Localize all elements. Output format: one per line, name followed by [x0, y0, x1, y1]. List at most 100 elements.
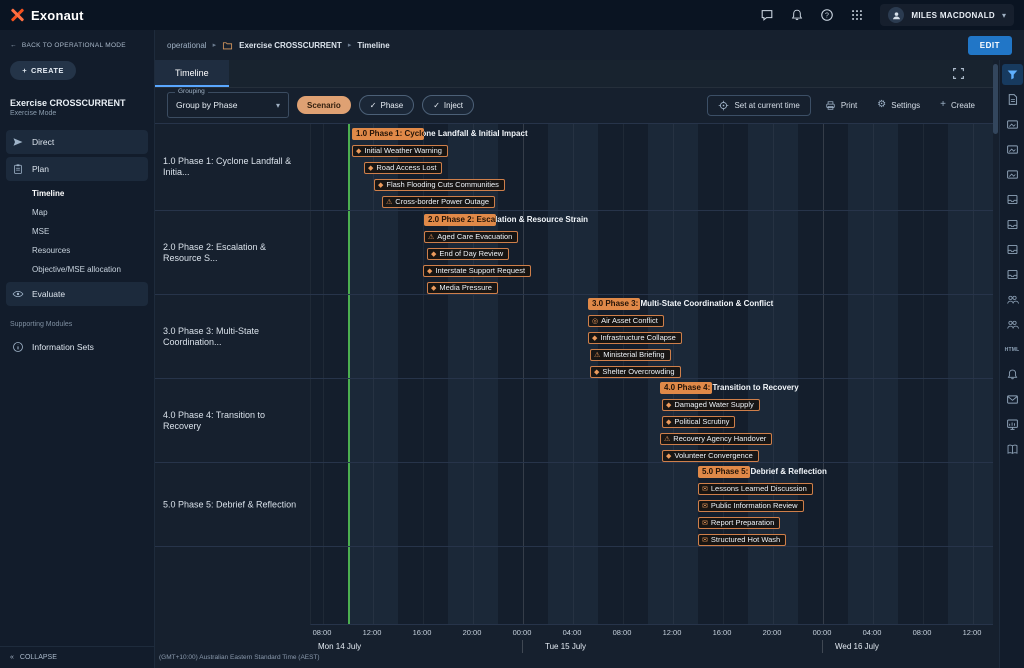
timezone-label: (GMT+10:00) Australian Eastern Standard …: [159, 654, 320, 661]
avatar: [888, 7, 904, 23]
tab-timeline[interactable]: Timeline: [155, 60, 229, 87]
grouping-select[interactable]: Grouping Group by Phase ▾: [167, 92, 289, 118]
scrollbar-thumb[interactable]: [993, 64, 998, 134]
media-card-icon[interactable]: [1002, 114, 1023, 135]
time-tick: 08:00: [310, 628, 337, 637]
inject-bar[interactable]: ⚠ Ministerial Briefing: [590, 349, 671, 361]
diamond-icon: ◆: [427, 268, 432, 275]
tray-icon-1[interactable]: [1002, 189, 1023, 210]
inject-bar[interactable]: ◆ Flash Flooding Cuts Communities: [374, 179, 505, 191]
group-icon-1[interactable]: [1002, 289, 1023, 310]
inject-bar[interactable]: ◆ Initial Weather Warning: [352, 145, 448, 157]
check-icon: ✓: [433, 101, 440, 110]
inject-bar[interactable]: ◆ Shelter Overcrowding: [590, 366, 681, 378]
print-button[interactable]: Print: [819, 96, 863, 115]
inject-bar[interactable]: ◆ Road Access Lost: [364, 162, 442, 174]
chip-scenario[interactable]: Scenario: [297, 96, 351, 114]
sidebar-item-evaluate[interactable]: Evaluate: [6, 282, 148, 306]
diamond-icon: ◆: [594, 369, 599, 376]
breadcrumb-exercise[interactable]: Exercise CROSSCURRENT: [239, 41, 342, 50]
time-tick: 12:00: [357, 628, 387, 637]
inject-bar[interactable]: ⚠ Cross-border Power Outage: [382, 196, 495, 208]
sidebar-item-plan[interactable]: Plan: [6, 157, 148, 181]
inject-bar[interactable]: ✉ Public Information Review: [698, 500, 804, 512]
sidebar-item-mse[interactable]: MSE: [0, 222, 154, 241]
breadcrumb-root[interactable]: operational: [167, 41, 207, 50]
inject-bar[interactable]: ◆ Political Scrutiny: [662, 416, 735, 428]
help-icon[interactable]: [820, 8, 834, 22]
filter-icon[interactable]: [1002, 64, 1023, 85]
sidebar-item-timeline[interactable]: Timeline: [0, 184, 154, 203]
html-icon[interactable]: HTML: [1002, 339, 1023, 360]
user-menu[interactable]: MILES MACDONALD ▾: [880, 4, 1014, 26]
group-icon-2[interactable]: [1002, 314, 1023, 335]
sidebar-item-map[interactable]: Map: [0, 203, 154, 222]
inject-bar[interactable]: ⚠ Aged Care Evacuation: [424, 231, 518, 243]
bell-icon[interactable]: [790, 8, 804, 22]
back-to-operational-link[interactable]: ← BACK TO OPERATIONAL MODE: [0, 30, 154, 55]
settings-button[interactable]: ⚙ Settings: [871, 96, 926, 114]
inject-bar[interactable]: ◆ Infrastructure Collapse: [588, 332, 682, 344]
inject-bar[interactable]: ✉ Lessons Learned Discussion: [698, 483, 813, 495]
time-tick: 04:00: [557, 628, 587, 637]
group-row-label[interactable]: 5.0 Phase 5: Debrief & Reflection: [163, 499, 305, 510]
tray-icon-4[interactable]: [1002, 264, 1023, 285]
inject-bar[interactable]: ✉ Structured Hot Wash: [698, 534, 786, 546]
collapse-button[interactable]: « COLLAPSE: [0, 646, 154, 668]
inject-bar[interactable]: ◆ Volunteer Convergence: [662, 450, 759, 462]
sidebar-item-information-sets[interactable]: Information Sets: [6, 335, 148, 359]
inject-bar[interactable]: ◆ End of Day Review: [427, 248, 509, 260]
document-icon[interactable]: [1002, 89, 1023, 110]
group-row-label[interactable]: 2.0 Phase 2: Escalation & Resource S...: [163, 241, 305, 264]
tray-icon-2[interactable]: [1002, 214, 1023, 235]
bell-icon[interactable]: [1002, 364, 1023, 385]
topbar: Exonaut MILES MACDONALD ▾: [0, 0, 1024, 30]
breadcrumb-page: Timeline: [357, 41, 389, 50]
inject-bar[interactable]: ⚠ Recovery Agency Handover: [660, 433, 772, 445]
tray-icon-3[interactable]: [1002, 239, 1023, 260]
time-tick: 12:00: [657, 628, 687, 637]
group-row-label[interactable]: 1.0 Phase 1: Cyclone Landfall & Initia..…: [163, 156, 305, 179]
group-row-label[interactable]: 4.0 Phase 4: Transition to Recovery: [163, 409, 305, 432]
chip-phase[interactable]: ✓ Phase: [359, 95, 414, 115]
fullscreen-icon[interactable]: [952, 67, 965, 80]
book-icon[interactable]: [1002, 439, 1023, 460]
tab-strip: Timeline: [155, 60, 993, 88]
create-button[interactable]: + CREATE: [10, 61, 76, 80]
create-inject-button[interactable]: + Create: [934, 96, 981, 114]
phase-group-2: 2.0 Phase 2: Escalation & Resource S... …: [155, 211, 993, 295]
printer-icon: [825, 100, 836, 111]
sidebar-item-resources[interactable]: Resources: [0, 241, 154, 260]
timeline-groups: 1.0 Phase 1: Cyclone Landfall & Initia..…: [155, 123, 993, 547]
sidebar-item-objective-mse-allocation[interactable]: Objective/MSE allocation: [0, 260, 154, 279]
chat-icon[interactable]: [760, 8, 774, 22]
eye-icon: [12, 288, 24, 300]
plus-icon: +: [940, 100, 946, 110]
brand: Exonaut: [10, 8, 84, 23]
supporting-modules-label: Supporting Modules: [0, 309, 154, 332]
inject-bar[interactable]: ◆ Damaged Water Supply: [662, 399, 760, 411]
mail-icon[interactable]: [1002, 389, 1023, 410]
inject-bar[interactable]: ◆ Media Pressure: [427, 282, 498, 294]
media-card-icon-3[interactable]: [1002, 164, 1023, 185]
diamond-icon: ◆: [666, 402, 671, 409]
warning-icon: ⚠: [428, 234, 434, 241]
chevrons-left-icon: «: [10, 654, 14, 661]
apps-icon[interactable]: [850, 8, 864, 22]
diamond-icon: ◆: [592, 335, 597, 342]
info-icon: [12, 341, 24, 353]
vertical-scrollbar[interactable]: [993, 62, 999, 668]
sidebar-item-direct[interactable]: Direct: [6, 130, 148, 154]
chart-icon[interactable]: [1002, 414, 1023, 435]
inject-bar[interactable]: ✉ Report Preparation: [698, 517, 780, 529]
chip-inject[interactable]: ✓ Inject: [422, 95, 474, 115]
exercise-title: Exercise CROSSCURRENT: [0, 90, 154, 110]
inject-bar[interactable]: ◆ Interstate Support Request: [423, 265, 531, 277]
day-separator: [822, 640, 823, 653]
media-card-icon-2[interactable]: [1002, 139, 1023, 160]
set-at-current-time-button[interactable]: Set at current time: [707, 95, 810, 116]
phase-group-5: 5.0 Phase 5: Debrief & Reflection 5.0 Ph…: [155, 463, 993, 547]
edit-button[interactable]: EDIT: [968, 36, 1012, 55]
group-row-label[interactable]: 3.0 Phase 3: Multi-State Coordination...: [163, 325, 305, 348]
inject-bar[interactable]: ◎ Air Asset Conflict: [588, 315, 664, 327]
